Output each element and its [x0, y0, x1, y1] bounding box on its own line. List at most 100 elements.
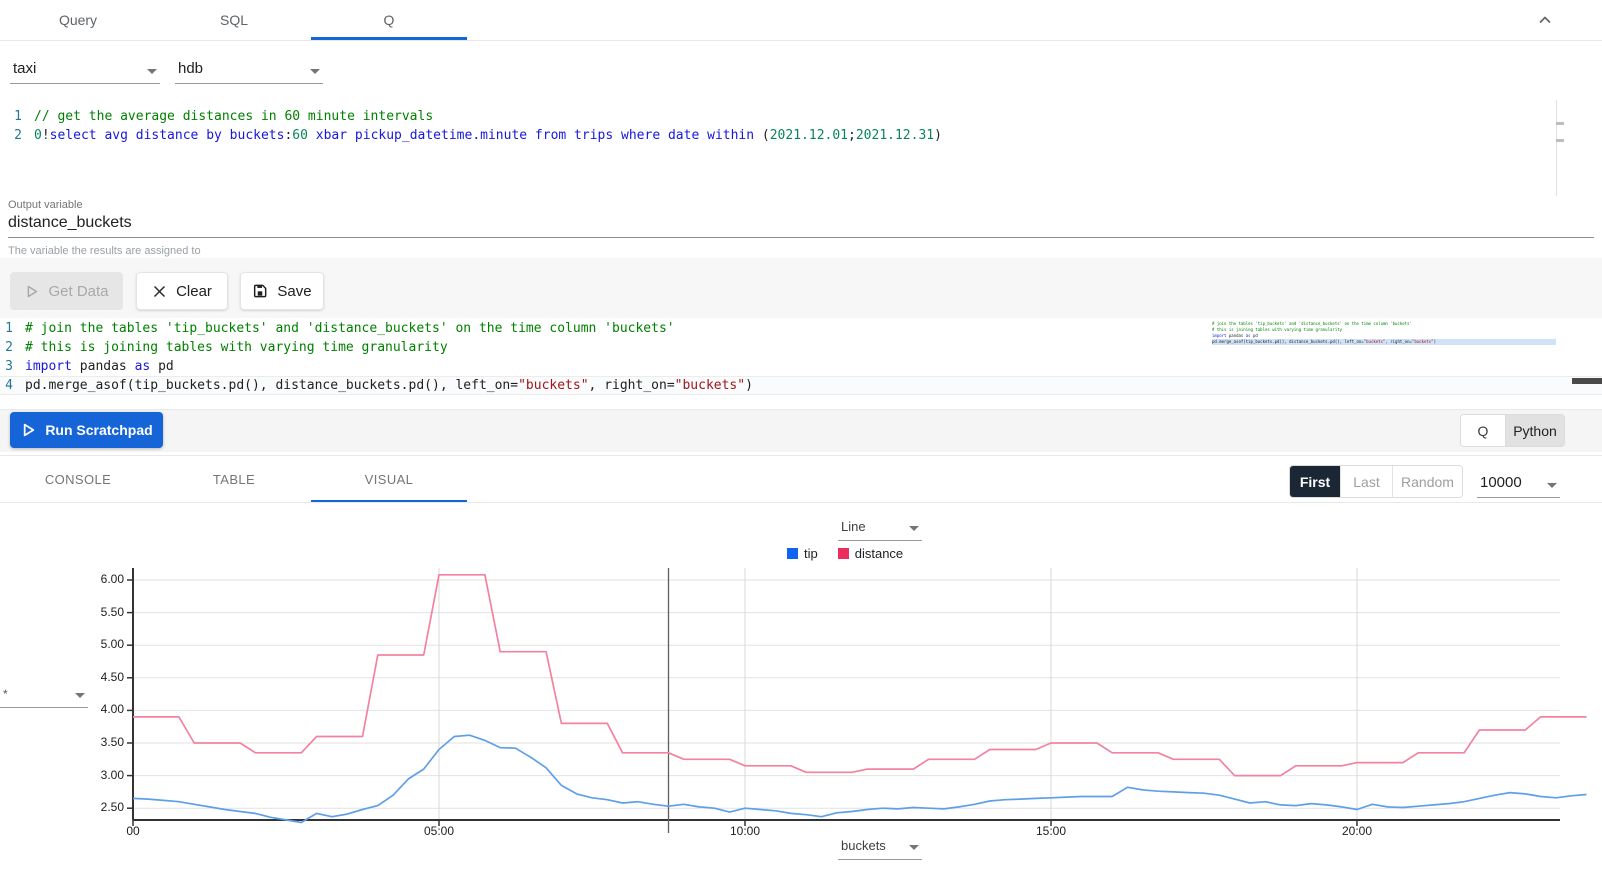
get-data-label: Get Data — [48, 282, 109, 300]
chevron-down-icon — [909, 845, 919, 850]
language-python-label: Python — [1513, 422, 1557, 439]
tab-query-label: Query — [58, 12, 98, 28]
clear-label: Clear — [176, 282, 212, 300]
connection-value: taxi — [13, 60, 37, 77]
code-text: # this is joining tables with varying ti… — [25, 340, 448, 355]
series-line-tip[interactable] — [132, 734, 1587, 824]
line-number: 3 — [5, 359, 13, 374]
run-scratchpad-button[interactable]: Run Scratchpad — [10, 412, 163, 448]
sampling-last-button[interactable]: Last — [1340, 466, 1392, 497]
output-variable-underline — [8, 237, 1594, 238]
line-number: 1 — [5, 321, 13, 336]
close-icon — [154, 285, 166, 297]
save-icon — [254, 284, 267, 298]
code-line[interactable]: 4 pd.merge_asof(tip_buckets.pd(), distanc… — [0, 376, 1602, 395]
clear-button[interactable]: Clear — [136, 272, 228, 310]
minimap-line: pd.merge_asof(tip_buckets.pd(), distance… — [1212, 339, 1556, 345]
tab-sql[interactable]: SQL — [156, 0, 312, 40]
tab-table-label: TABLE — [212, 471, 256, 487]
language-q-label: Q — [1477, 422, 1489, 439]
x-axis-tick-label: 10:00 — [729, 824, 761, 838]
code-text: # join the tables 'tip_buckets' and 'dis… — [25, 321, 675, 336]
y-axis-tick-label: 4.00 — [100, 702, 124, 717]
overview-ruler-mark — [1556, 122, 1564, 125]
chevron-down-icon — [147, 69, 157, 74]
language-toggle-q[interactable]: Q — [1461, 415, 1506, 446]
sampling-random-label: Random — [1401, 473, 1454, 490]
y-axis-tick-label: 5.00 — [100, 637, 124, 652]
sampling-first-button[interactable]: First — [1290, 466, 1340, 497]
sampling-toggle: First Last Random — [1289, 465, 1463, 498]
output-variable-label: Output variable — [8, 199, 83, 211]
code-text: pd.merge_asof(tip_buckets.pd(), distance… — [25, 378, 753, 393]
run-band — [0, 409, 1602, 452]
database-select[interactable]: hdb — [175, 52, 323, 84]
sampling-first-label: First — [1299, 473, 1331, 490]
legend-label-tip: tip — [804, 546, 818, 561]
tab-q-label: Q — [383, 12, 395, 28]
tab-query[interactable]: Query — [0, 0, 156, 40]
chart-type-value: Line — [841, 519, 866, 534]
chevron-down-icon — [310, 69, 320, 74]
sampling-last-label: Last — [1353, 473, 1380, 490]
connection-select[interactable]: taxi — [10, 52, 160, 84]
save-button[interactable]: Save — [240, 272, 324, 310]
get-data-button[interactable]: Get Data — [10, 272, 123, 310]
x-axis-tick-label: 15:00 — [1035, 824, 1067, 838]
code-line[interactable]: 2 0!select avg distance by buckets:60 xba… — [0, 126, 1602, 145]
x-axis-field-select[interactable]: buckets — [838, 834, 922, 860]
tab-q[interactable]: Q — [311, 0, 467, 40]
y-axis-tick-label: 4.50 — [100, 669, 124, 684]
sample-count-select[interactable]: 10000 — [1477, 467, 1560, 498]
output-variable-helper: The variable the results are assigned to — [8, 245, 201, 257]
line-number: 4 — [5, 378, 13, 393]
tab-table[interactable]: TABLE — [156, 455, 312, 503]
x-axis-tick-label: 00 — [126, 824, 140, 838]
legend-swatch-tip[interactable] — [787, 548, 798, 559]
run-scratchpad-label: Run Scratchpad — [45, 422, 153, 438]
y-axis-tick-label: 3.00 — [100, 767, 124, 782]
save-label: Save — [277, 282, 312, 300]
sampling-random-button[interactable]: Random — [1392, 466, 1462, 497]
line-number: 1 — [14, 109, 22, 124]
line-chart[interactable] — [127, 565, 1602, 840]
code-line[interactable]: 3 import pandas as pd — [0, 357, 1602, 376]
chevron-up-icon — [1539, 16, 1551, 24]
code-line[interactable]: 1 // get the average distances in 60 minu… — [0, 107, 1602, 126]
x-axis-tick-label: 20:00 — [1341, 824, 1373, 838]
series-filter-value: * — [3, 687, 8, 701]
collapse-panel-button[interactable] — [1530, 6, 1560, 34]
code-text: import pandas as pd — [25, 359, 174, 374]
x-axis-field-value: buckets — [841, 838, 886, 853]
y-axis-tick-label: 3.50 — [100, 735, 124, 749]
y-axis-tick-label: 2.50 — [100, 800, 124, 815]
chart-type-select[interactable]: Line — [838, 515, 922, 541]
x-axis-tick-label: 05:00 — [423, 824, 455, 838]
chart-legend: tip distance — [787, 546, 903, 561]
language-toggle-python[interactable]: Python — [1506, 415, 1564, 446]
chevron-down-icon — [909, 526, 919, 531]
legend-label-distance: distance — [854, 546, 904, 561]
tab-console[interactable]: CONSOLE — [0, 455, 156, 503]
chevron-down-icon — [75, 693, 85, 698]
tab-visual-label: VISUAL — [364, 471, 414, 487]
play-icon — [28, 285, 38, 297]
output-variable-input[interactable]: distance_buckets — [8, 214, 132, 232]
series-line-distance[interactable] — [133, 573, 1587, 777]
line-number: 2 — [5, 340, 13, 355]
code-text: // get the average distances in 60 minut… — [34, 109, 434, 124]
result-tabs-divider — [0, 502, 1602, 503]
editor-minimap[interactable]: # join the tables 'tip_buckets' and 'dis… — [1212, 321, 1556, 345]
y-axis-tick-label: 6.00 — [100, 572, 124, 586]
language-toggle: Q Python — [1460, 414, 1565, 447]
sample-count-value: 10000 — [1480, 474, 1522, 491]
overview-ruler-cursor-mark — [1572, 378, 1602, 384]
q-editor-scrollbar[interactable] — [1556, 100, 1557, 196]
legend-swatch-distance[interactable] — [837, 548, 849, 559]
q-code-editor[interactable]: 1 // get the average distances in 60 minu… — [0, 107, 1602, 196]
database-value: hdb — [178, 60, 204, 77]
series-filter-select[interactable]: * — [0, 676, 88, 708]
tab-visual[interactable]: VISUAL — [311, 455, 467, 503]
tab-sql-label: SQL — [219, 12, 248, 28]
line-number: 2 — [14, 128, 22, 143]
